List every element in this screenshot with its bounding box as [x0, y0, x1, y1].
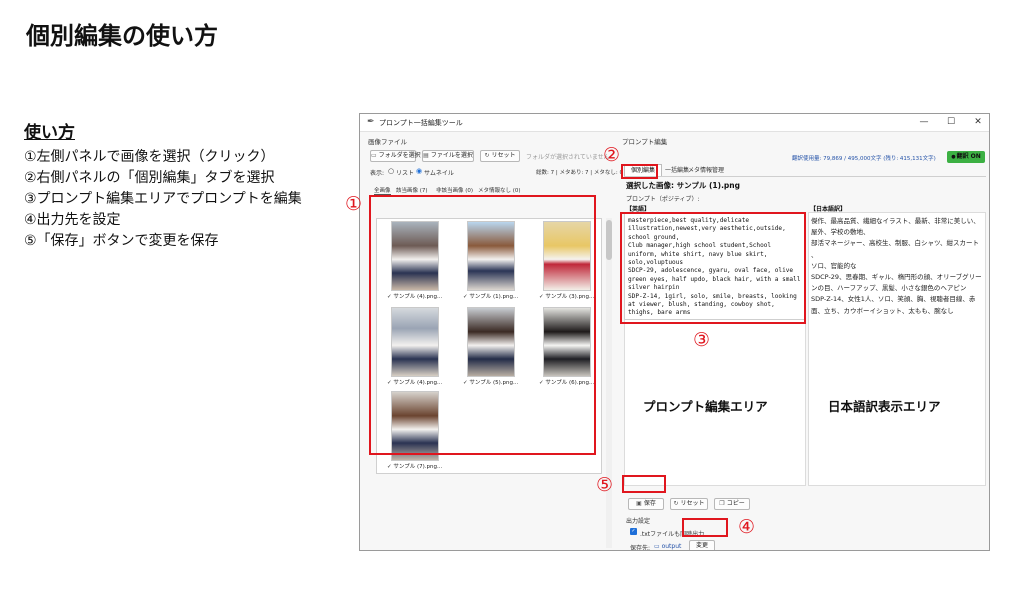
- window-title: プロンプト一括編集ツール: [379, 119, 463, 127]
- folder-status: フォルダが選択されていません: [526, 154, 610, 161]
- select-folder-label: フォルダを選択: [378, 152, 421, 159]
- filter-tab-match[interactable]: 該当画像 (7): [396, 186, 428, 194]
- feather-icon: ✒: [367, 117, 375, 127]
- annotation-box-thumbnails: [369, 195, 596, 455]
- tab-divider: [624, 176, 986, 177]
- copy-icon: ❐: [719, 500, 725, 507]
- txt-output-checkbox[interactable]: ✓: [630, 528, 637, 535]
- filter-tab-nomatch[interactable]: 非該当画像 (0): [436, 186, 473, 194]
- save-label: 保存: [643, 500, 656, 507]
- filter-tab-nometa[interactable]: メタ情報なし (0): [478, 186, 521, 194]
- thumbnail-caption: ✓ サンプル (7).png...: [387, 464, 443, 470]
- prompt-area-label: プロンプト編集エリア: [643, 399, 768, 414]
- annotation-box-change: [682, 518, 728, 537]
- save-dest-text: output: [661, 543, 682, 550]
- howto-step-4: ④出力先を設定: [24, 212, 121, 228]
- image-counts: 総数: 7 | メタあり: 7 | メタなし: 0: [536, 170, 624, 176]
- copy-button[interactable]: ❐ コピー: [714, 498, 750, 510]
- selected-image-label: 選択した画像: サンプル (1).png: [626, 181, 740, 190]
- change-dest-button[interactable]: 変更: [689, 540, 715, 550]
- thumbnail-scrollbar[interactable]: [606, 218, 612, 548]
- marker-5: ⑤: [596, 474, 614, 496]
- select-file-label: ファイルを選択: [430, 152, 473, 159]
- save-dest-value[interactable]: ▭ output: [654, 543, 681, 550]
- reset-icon: ↻: [673, 500, 679, 507]
- select-folder-button[interactable]: ▭ フォルダを選択: [370, 150, 421, 162]
- folder-icon: ▭: [654, 543, 662, 550]
- slide-title: 個別編集の使い方: [26, 22, 218, 50]
- jp-area-label: 日本語訳表示エリア: [828, 399, 941, 414]
- prompt-positive-label: プロンプト（ポジティブ）:: [626, 196, 700, 203]
- marker-3: ③: [693, 329, 711, 351]
- reset-icon: ↻: [484, 152, 490, 159]
- copy-label: コピー: [726, 500, 745, 507]
- display-label: 表示:: [370, 170, 385, 177]
- radio-list-label: リスト: [396, 170, 415, 177]
- output-settings-label: 出力設定: [626, 518, 651, 525]
- howto-step-3: ③プロンプト編集エリアでプロンプトを編集: [24, 191, 302, 207]
- japanese-translation-area: 傑作、最高品質、繊細なイラスト、最新、非常に美しい、屋外、学校の敷地、 部活マネ…: [808, 212, 986, 486]
- marker-4: ④: [738, 516, 756, 538]
- radio-list[interactable]: ○: [388, 167, 394, 175]
- annotation-box-save: [622, 475, 666, 493]
- reset-files-button[interactable]: ↻ リセット: [480, 150, 520, 162]
- reset-files-label: リセット: [491, 152, 516, 159]
- title-bar[interactable]: ✒ プロンプト一括編集ツール — ☐ ✕: [360, 114, 989, 132]
- howto-step-2: ②右側パネルの「個別編集」タブを選択: [24, 170, 275, 186]
- scrollbar-thumb[interactable]: [606, 220, 612, 260]
- reset-prompt-label: リセット: [680, 500, 705, 507]
- reset-prompt-button[interactable]: ↻ リセット: [670, 498, 708, 510]
- howto-list: 使い方 ①左側パネルで画像を選択（クリック） ②右側パネルの「個別編集」タブを選…: [24, 123, 302, 252]
- close-icon[interactable]: ✕: [969, 116, 987, 129]
- filter-tab-all[interactable]: 全画像: [374, 186, 391, 195]
- save-dest-label: 保存先:: [630, 545, 651, 551]
- translate-toggle[interactable]: ●翻訳 ON: [947, 151, 985, 163]
- minimize-icon[interactable]: —: [915, 116, 933, 129]
- radio-thumbnail-label: サムネイル: [424, 170, 454, 177]
- radio-thumbnail[interactable]: ◉: [416, 167, 422, 175]
- howto-title: 使い方: [24, 123, 75, 143]
- translate-toggle-label: 翻訳 ON: [956, 153, 981, 160]
- howto-step-5: ⑤「保存」ボタンで変更を保存: [24, 233, 219, 249]
- save-icon: ▣: [636, 500, 642, 507]
- file-icon: ▤: [423, 152, 429, 159]
- left-section-label: 画像ファイル: [368, 138, 407, 146]
- annotation-box-tab: [621, 164, 658, 179]
- marker-1: ①: [345, 193, 363, 215]
- tab-meta-manage[interactable]: メタ情報管理: [688, 165, 724, 174]
- folder-icon: ▭: [371, 152, 377, 159]
- prompt-edit-panel: プロンプト編集 翻訳使用量: 79,869 / 495,000文字 (残り: 4…: [620, 134, 988, 551]
- translation-usage: 翻訳使用量: 79,869 / 495,000文字 (残り: 415,131文字…: [792, 156, 936, 162]
- annotation-box-prompt: [620, 212, 806, 324]
- tab-bulk-edit[interactable]: 一括編集: [665, 165, 689, 174]
- marker-2: ②: [603, 144, 621, 166]
- select-file-button[interactable]: ▤ ファイルを選択: [422, 150, 474, 162]
- howto-step-1: ①左側パネルで画像を選択（クリック）: [24, 149, 275, 165]
- maximize-icon[interactable]: ☐: [942, 116, 960, 129]
- save-button[interactable]: ▣ 保存: [628, 498, 664, 510]
- right-section-label: プロンプト編集: [622, 138, 668, 146]
